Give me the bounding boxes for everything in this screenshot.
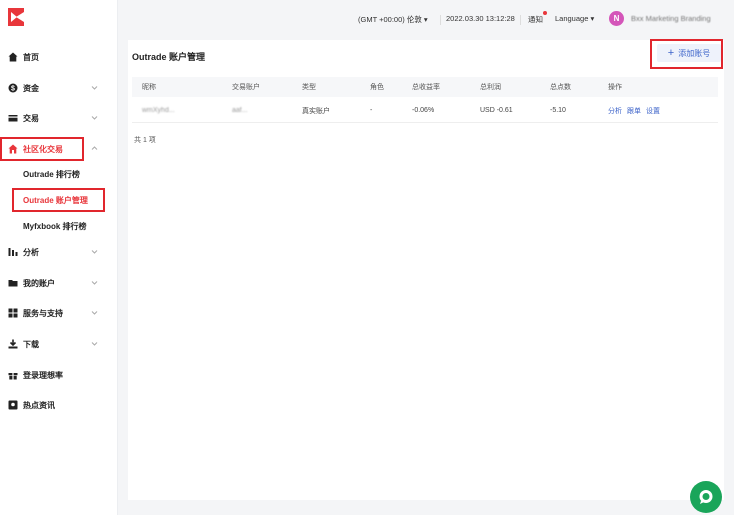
avatar[interactable]: N [609,11,624,26]
settings-link[interactable]: 设置 [646,106,660,116]
chevron-down-icon [91,86,98,90]
column-header: 昵称 [142,84,156,91]
bar-chart-icon [8,247,18,257]
brand-logo[interactable] [8,8,24,26]
notification-dot [543,11,547,15]
nav-home[interactable]: 首页 [0,45,118,69]
chevron-down-icon [91,116,98,120]
svg-text:$: $ [11,86,15,93]
highlight-box [12,188,105,212]
gift-icon [8,370,18,380]
nav-hot-news-label: 热点资讯 [23,400,55,410]
divider [440,15,441,25]
nav-my-account[interactable]: 我的账户 [0,271,118,295]
nav-analysis-label: 分析 [23,247,39,257]
highlight-box [0,137,84,161]
notify-link[interactable]: 通知 [528,14,543,25]
cell-account: aaf... [232,107,248,114]
column-header: 交易账户 [232,84,260,91]
nav-analysis[interactable]: 分析 [0,240,118,264]
cell-return-rate: -0.06% [412,107,435,114]
nav-trade-label: 交易 [23,113,39,123]
sub-myfxbook-ranking-label: Myfxbook 排行榜 [23,221,87,231]
grid-icon [8,308,18,318]
copy-trade-link[interactable]: 跟单 [627,106,641,116]
column-header: 总利润 [480,84,501,91]
sub-myfxbook-ranking[interactable]: Myfxbook 排行榜 [23,216,87,236]
table-row: wmXyhd... aaf... 真实账户 - -0.06% USD -0.61… [132,99,718,123]
nav-trade[interactable]: 交易 [0,106,118,130]
highlight-box [650,39,723,69]
cell-type: 真实账户 [302,107,330,115]
user-name[interactable]: Bxx Marketing Branding [631,14,711,23]
column-header: 总收益率 [412,84,440,91]
chat-button[interactable] [690,481,722,513]
top-header: (GMT +00:00) 伦敦 ▾ 2022.03.30 13:12:28 通知… [118,0,734,40]
nav-home-label: 首页 [23,52,39,62]
cell-nickname: wmXyhd... [142,107,175,114]
total-count: 共 1 项 [134,137,156,144]
nav-login-promo-label: 登录理想率 [23,370,63,380]
cell-points: -5.10 [550,107,566,114]
sidebar: 首页 $ 资金 交易 社区化交易 Outrade 排行榜 Outrade 账户管… [0,0,118,515]
nav-funds[interactable]: $ 资金 [0,76,118,100]
card-icon [8,113,18,123]
language-selector[interactable]: Language ▾ [555,14,594,23]
sub-outrade-ranking[interactable]: Outrade 排行榜 [23,164,80,184]
column-header: 角色 [370,84,384,91]
server-datetime: 2022.03.30 13:12:28 [446,14,515,23]
table-header: 昵称 交易账户 类型 角色 总收益率 总利润 总点数 操作 [132,77,718,97]
main-card: Outrade 账户管理 + 添加账号 昵称 交易账户 类型 角色 总收益率 总… [128,39,724,500]
chevron-down-icon [91,281,98,285]
nav-service-support-label: 服务与支持 [23,308,63,318]
nav-my-account-label: 我的账户 [23,278,55,288]
column-header: 操作 [608,84,622,91]
column-header: 总点数 [550,84,571,91]
cell-profit: USD -0.61 [480,107,513,114]
divider [520,15,521,25]
nav-service-support[interactable]: 服务与支持 [0,301,118,325]
cell-actions: 分析 跟单 设置 [608,99,665,122]
funds-icon: $ [8,83,18,93]
chevron-down-icon [91,342,98,346]
nav-funds-label: 资金 [23,83,39,93]
home-icon [8,52,18,62]
chat-bubble-icon [699,490,713,504]
folder-icon [8,278,18,288]
analysis-link[interactable]: 分析 [608,106,622,116]
chevron-up-icon [91,146,98,150]
chevron-down-icon [91,311,98,315]
download-icon [8,339,18,349]
cell-role: - [370,107,373,114]
sub-outrade-ranking-label: Outrade 排行榜 [23,169,80,179]
chevron-down-icon [91,250,98,254]
news-icon [8,400,18,410]
nav-hot-news[interactable]: 热点资讯 [0,393,118,417]
column-header: 类型 [302,84,316,91]
nav-download[interactable]: 下载 [0,332,118,356]
nav-login-promo[interactable]: 登录理想率 [0,363,118,387]
page-title: Outrade 账户管理 [132,52,206,62]
nav-download-label: 下载 [23,339,39,349]
language-label: Language [555,14,589,23]
timezone-selector[interactable]: (GMT +00:00) 伦敦 ▾ [358,14,428,25]
timezone-label: (GMT +00:00) 伦敦 [358,15,422,24]
